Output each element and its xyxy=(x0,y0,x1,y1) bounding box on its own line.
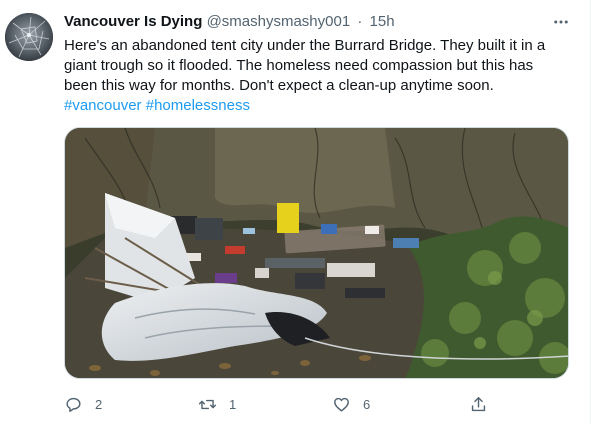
display-name[interactable]: Vancouver Is Dying xyxy=(64,13,202,30)
like-count: 6 xyxy=(363,396,371,412)
avatar-image xyxy=(5,13,53,61)
heart-icon xyxy=(334,397,349,412)
timestamp[interactable]: 15h xyxy=(370,13,395,30)
photo-image xyxy=(65,128,568,378)
avatar[interactable] xyxy=(5,13,53,61)
hashtag-vancouver[interactable]: #vancouver xyxy=(64,97,142,114)
retweet-icon xyxy=(198,399,217,409)
separator-dot: · xyxy=(357,13,363,30)
tweet[interactable]: Vancouver Is Dying @smashysmashy001 · 15… xyxy=(0,0,591,424)
tweet-text: Here's an abandoned tent city under the … xyxy=(64,36,564,116)
tweet-photo[interactable] xyxy=(64,127,569,379)
retweet-count: 1 xyxy=(229,396,237,412)
reply-button[interactable]: 2 xyxy=(64,392,102,416)
tweet-body: Here's an abandoned tent city under the … xyxy=(64,37,546,94)
retweet-button[interactable]: 1 xyxy=(198,392,236,416)
share-icon xyxy=(471,396,486,411)
tweet-header: Vancouver Is Dying @smashysmashy001 · 15… xyxy=(64,12,395,32)
like-button[interactable]: 6 xyxy=(332,392,370,416)
share-button[interactable] xyxy=(469,392,488,416)
reply-icon xyxy=(66,397,81,412)
ellipsis-icon xyxy=(554,20,568,24)
action-bar: 2 1 6 xyxy=(64,392,524,416)
hashtag-homelessness[interactable]: #homelessness xyxy=(146,97,250,114)
reply-count: 2 xyxy=(95,396,103,412)
hashtags: #vancouver #homelessness xyxy=(64,97,250,114)
user-handle[interactable]: @smashysmashy001 xyxy=(207,13,351,30)
more-options-button[interactable] xyxy=(548,10,574,34)
